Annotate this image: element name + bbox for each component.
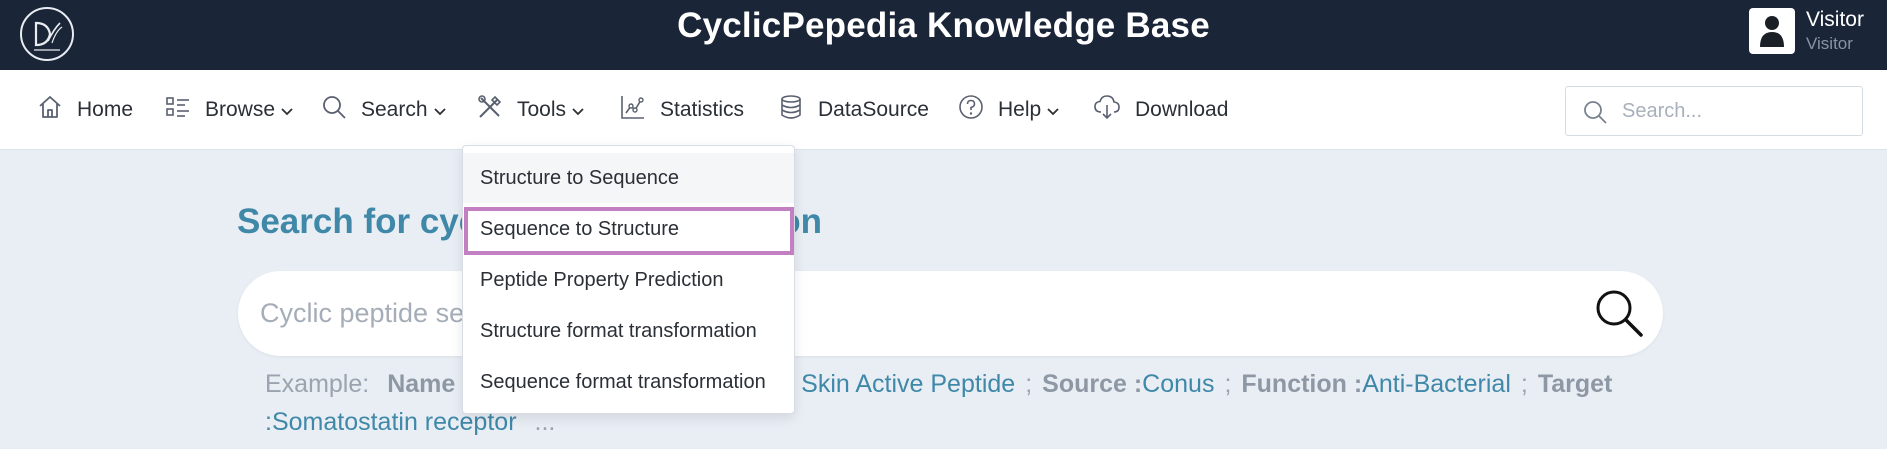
menu-item-structure-format-transformation[interactable]: Structure format transformation xyxy=(463,306,794,356)
example-key-target: Target xyxy=(1537,370,1613,398)
tools-dropdown-menu: Structure to Sequence Sequence to Struct… xyxy=(462,145,795,414)
nav-search-label: Search xyxy=(361,98,428,121)
search-button[interactable] xyxy=(1593,287,1645,339)
home-icon xyxy=(37,94,63,126)
chevron-down-icon xyxy=(572,98,584,122)
nav-search[interactable]: Search xyxy=(321,70,446,150)
nav-statistics[interactable]: Statistics xyxy=(620,70,744,150)
top-header: CyclicPepedia Knowledge Base Visitor Vis… xyxy=(0,0,1887,70)
nav-search-input[interactable] xyxy=(1622,95,1852,127)
main-search-box xyxy=(238,271,1663,356)
database-icon xyxy=(778,94,804,126)
nav-search-box xyxy=(1565,86,1863,136)
nav-browse-label: Browse xyxy=(205,98,276,121)
nav-datasource[interactable]: DataSource xyxy=(778,70,929,150)
cloud-download-icon xyxy=(1093,94,1121,126)
search-icon xyxy=(1596,290,1643,337)
app-title: CyclicPepedia Knowledge Base xyxy=(677,6,1210,45)
example-key-source: Source : xyxy=(1042,370,1143,398)
chevron-down-icon xyxy=(433,98,446,122)
list-icon xyxy=(165,94,191,126)
chart-icon xyxy=(620,94,646,126)
chevron-down-icon xyxy=(281,98,293,122)
help-icon xyxy=(958,94,984,126)
search-icon xyxy=(1584,101,1607,124)
nav-datasource-label: DataSource xyxy=(818,98,929,121)
user-role: Visitor xyxy=(1806,34,1853,53)
page-title-start: Search for cyc xyxy=(237,202,479,241)
example-label: Example: xyxy=(265,370,370,398)
menu-item-structure-to-sequence[interactable]: Structure to Sequence xyxy=(463,153,794,203)
nav-download[interactable]: Download xyxy=(1093,70,1228,150)
menu-item-peptide-property-prediction[interactable]: Peptide Property Prediction xyxy=(463,255,794,305)
search-icon xyxy=(321,94,347,126)
main-search-input[interactable] xyxy=(260,293,1560,333)
user-name[interactable]: Visitor xyxy=(1806,8,1864,32)
example-value-source[interactable]: Conus xyxy=(1142,370,1214,398)
nav-tools[interactable]: Tools xyxy=(477,70,584,150)
example-value-function[interactable]: Anti-Bacterial xyxy=(1362,370,1511,398)
nav-help[interactable]: Help xyxy=(958,70,1059,150)
nav-home-label: Home xyxy=(77,98,134,121)
nav-browse[interactable]: Browse xyxy=(165,70,293,150)
nav-help-label: Help xyxy=(998,98,1042,121)
user-avatar[interactable] xyxy=(1749,8,1795,54)
tools-icon xyxy=(477,94,503,126)
nav-tools-label: Tools xyxy=(517,98,567,121)
nav-bar: Home Browse Search Tools Statistics Data… xyxy=(0,70,1887,150)
nav-download-label: Download xyxy=(1135,98,1229,121)
nav-statistics-label: Statistics xyxy=(660,98,745,121)
menu-item-sequence-format-transformation[interactable]: Sequence format transformation xyxy=(463,357,794,407)
nav-home[interactable]: Home xyxy=(37,70,133,150)
example-value-name[interactable]: g Skin Active Peptide xyxy=(780,370,1015,398)
chevron-down-icon xyxy=(1047,98,1059,122)
example-key-function: Function : xyxy=(1241,370,1363,398)
menu-item-sequence-to-structure[interactable]: Sequence to Structure xyxy=(463,204,794,254)
example-key-name: Name xyxy=(387,370,456,398)
